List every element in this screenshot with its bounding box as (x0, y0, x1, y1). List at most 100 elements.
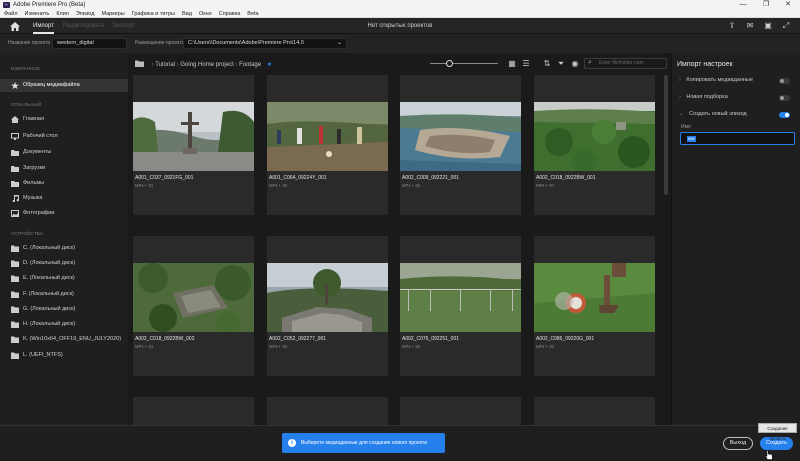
eye-icon[interactable]: ◉ (570, 59, 580, 68)
menu-file[interactable]: Файл (4, 10, 18, 17)
sidebar-item-home[interactable]: Главная (0, 113, 128, 126)
sequence-name-input[interactable]: ww (680, 132, 795, 145)
menu-bar: Файл Изменить Клип Эпизод Маркеры График… (0, 10, 800, 18)
clip-card[interactable] (400, 397, 521, 425)
copy-media-toggle[interactable] (779, 78, 790, 84)
sidebar-item-desktop[interactable]: Рабочий стол (0, 130, 128, 143)
quick-export-icon[interactable]: ⇪ (727, 21, 737, 31)
clip-meta: MP4 • :01 (135, 183, 154, 188)
sidebar-item-documents[interactable]: Документы (0, 146, 128, 159)
sidebar-item-label: G. (Локальный диск) (23, 306, 76, 312)
option-create-sequence[interactable]: ⌄ Создать новый эпизод (679, 110, 747, 118)
create-sequence-toggle[interactable] (779, 112, 790, 118)
fullscreen-icon[interactable]: ⤢ (781, 21, 791, 31)
menu-edit[interactable]: Изменить (25, 10, 50, 17)
menu-view[interactable]: Вид (182, 10, 192, 17)
sidebar-item-photos[interactable]: Фотографии (0, 207, 128, 220)
clip-card[interactable] (267, 397, 388, 425)
menu-beta[interactable]: Beta (247, 10, 258, 17)
clip-card[interactable]: A001_C064_09224Y_001 MP4 • :02 (267, 75, 388, 215)
clip-card[interactable]: A002_C052_092277_001 MP4 • :02 (267, 236, 388, 376)
breadcrumb-item-footage[interactable]: Footage (239, 62, 261, 68)
sidebar-item-drive-d[interactable]: D. (Локальный диск) (0, 257, 128, 270)
clip-card[interactable]: A002_C009_092221_001 MP4 • :02 (400, 75, 521, 215)
tab-edit[interactable]: Редактировать (63, 22, 104, 30)
sidebar-item-label: Рабочий стол (23, 133, 58, 139)
breadcrumb-item-tutorial[interactable]: Tutorial (155, 62, 175, 68)
sort-icon[interactable]: ⇅ (542, 59, 552, 68)
option-new-bin[interactable]: › Новая подборка (679, 93, 728, 101)
favorite-star-icon[interactable]: ★ (267, 62, 272, 68)
sidebar-item-music[interactable]: Музыка (0, 192, 128, 205)
clip-card[interactable]: A001_C037_0921FG_001 MP4 • :01 (133, 75, 254, 215)
sidebar-item-downloads[interactable]: Загрузки (0, 162, 128, 175)
sidebar-item-drive-f[interactable]: F. (Локальный диск) (0, 288, 128, 301)
sidebar-item-label: Фильмы (23, 180, 45, 186)
import-settings-title: Импорт настроек (677, 61, 733, 68)
sidebar-item-label: D. (Локальный диск) (23, 260, 76, 266)
sidebar-item-label: K. (Win10x64_OFF19_ENU_JULY2020) (23, 336, 122, 342)
feedback-icon[interactable]: ✉ (745, 21, 755, 31)
clip-thumbnail (534, 263, 655, 332)
clip-name: A002_C018_0922BW_002 (135, 336, 195, 342)
breadcrumb-item-going-home[interactable]: Going Home project (180, 62, 233, 68)
new-bin-toggle[interactable] (779, 95, 790, 101)
menu-help[interactable]: Справка (219, 10, 241, 17)
menu-clip[interactable]: Клип (56, 10, 68, 17)
folder-icon (11, 321, 19, 328)
clip-name: A002_C076_092251_001 (402, 336, 459, 342)
list-view-icon[interactable]: ☰ (521, 59, 531, 68)
project-location-select[interactable]: C:\Users\\Documents\Adobe\Premiere Pro\1… (183, 38, 347, 49)
sidebar-item-label: L. (UEFI_NTFS) (23, 352, 63, 358)
sidebar-item-drive-l[interactable]: L. (UEFI_NTFS) (0, 349, 128, 362)
tab-export[interactable]: Экспорт (112, 22, 135, 30)
zoom-slider-handle[interactable] (446, 60, 453, 67)
clip-card[interactable]: A002_C076_092251_001 MP4 • :02 (400, 236, 521, 376)
film-icon (11, 181, 19, 187)
clip-card[interactable] (534, 397, 655, 425)
browser-scrollbar[interactable] (664, 75, 668, 195)
sidebar-item-sample-media[interactable]: Образец медиафайла (0, 79, 128, 92)
folder-icon (11, 336, 19, 343)
local-heading: ЛОКАЛЬНЫЙ (11, 102, 42, 107)
clip-name: A001_C037_0921FG_001 (135, 175, 194, 181)
maximize-icon[interactable]: ❐ (756, 0, 776, 10)
clip-name: A002_C052_092277_001 (269, 336, 326, 342)
sidebar-item-label: Образец медиафайла (23, 82, 80, 88)
menu-sequence[interactable]: Эпизод (76, 10, 95, 17)
window-title: Adobe Premiere Pro (Beta) (13, 2, 86, 8)
project-name-input[interactable]: western_digital (52, 38, 127, 49)
sidebar-item-movies[interactable]: Фильмы (0, 177, 128, 190)
sidebar-item-drive-k[interactable]: K. (Win10x64_OFF19_ENU_JULY2020) (0, 333, 128, 346)
search-input[interactable]: Enter file/folder nam (584, 58, 667, 69)
sidebar-item-label: Главная (23, 116, 44, 122)
clip-card[interactable] (133, 397, 254, 425)
clip-meta: MP4 • :02 (269, 344, 288, 349)
chevron-right-icon: › (679, 94, 681, 100)
clip-thumbnail (267, 102, 388, 171)
grid-view-icon[interactable]: ▦ (507, 59, 517, 68)
option-copy-media[interactable]: › Копировать медиаданные (679, 76, 753, 84)
thumbnail-zoom-slider[interactable] (430, 63, 498, 64)
hand-cursor-icon (765, 450, 773, 460)
exit-button[interactable]: Выход (723, 437, 753, 450)
star-icon (11, 82, 19, 89)
clip-card[interactable]: A002_C018_0922BW_001 MP4 • :07 (534, 75, 655, 215)
minimize-icon[interactable]: — (733, 0, 753, 10)
sidebar-item-drive-e[interactable]: E. (Локальный диск) (0, 272, 128, 285)
info-icon: i (288, 439, 296, 447)
home-icon[interactable] (9, 21, 21, 32)
tab-import[interactable]: Импорт (33, 22, 54, 34)
close-icon[interactable]: ✕ (778, 0, 798, 10)
project-location-value: C:\Users\\Documents\Adobe\Premiere Pro\1… (188, 40, 304, 46)
menu-graphics[interactable]: Графика и титры (132, 10, 175, 17)
workspace-icon[interactable]: ▣ (763, 21, 773, 31)
menu-window[interactable]: Окно (199, 10, 212, 17)
clip-card[interactable]: A002_C018_0922BW_002 MP4 • :01 (133, 236, 254, 376)
menu-markers[interactable]: Маркеры (101, 10, 124, 17)
sidebar-item-drive-c[interactable]: C. (Локальный диск) (0, 242, 128, 255)
sidebar-item-drive-g[interactable]: G. (Локальный диск) (0, 303, 128, 316)
clip-card[interactable]: A002_C086_09220G_001 MP4 • :02 (534, 236, 655, 376)
filter-icon[interactable]: ⏷ (556, 59, 566, 68)
sidebar-item-drive-h[interactable]: H. (Локальный диск) (0, 318, 128, 331)
